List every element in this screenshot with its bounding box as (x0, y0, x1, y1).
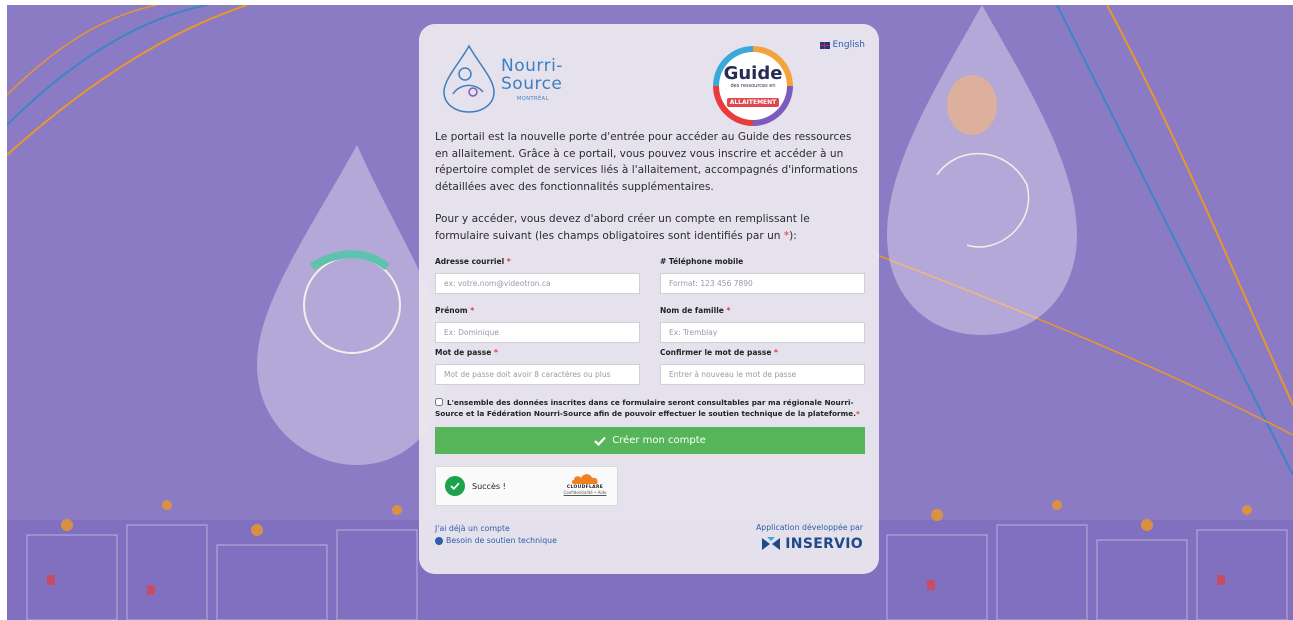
consent-checkbox[interactable] (435, 398, 443, 406)
cloudflare-brand: CLOUDFLARE Confidentialité • Aide (559, 472, 611, 495)
signup-card: English Nourri- Source MONTRÉAL Guide de… (419, 24, 879, 574)
checkmark-icon (594, 436, 606, 446)
success-check-icon (445, 476, 465, 496)
cloudflare-links[interactable]: Confidentialité • Aide (559, 490, 611, 495)
phone-label: # Téléphone mobile (660, 257, 744, 266)
firstname-label: Prénom * (435, 306, 475, 315)
login-link[interactable]: J'ai déjà un compte (435, 523, 557, 535)
phone-field-group: # Téléphone mobile (660, 257, 865, 294)
cloudflare-captcha-widget[interactable]: Succès ! CLOUDFLARE Confidentialité • Ai… (435, 466, 618, 506)
email-input[interactable] (435, 273, 640, 294)
password-label: Mot de passe * (435, 348, 498, 357)
inservio-mark-icon (762, 537, 781, 550)
intro-paragraph: Le portail est la nouvelle porte d'entré… (435, 131, 858, 193)
captcha-status: Succès ! (472, 481, 506, 491)
lastname-input[interactable] (660, 322, 865, 343)
developed-by-label: Application développée par (755, 523, 863, 532)
guide-logo-title: Guide (723, 63, 783, 84)
lastname-label: Nom de famille * (660, 306, 731, 315)
password-confirm-field-group: Confirmer le mot de passe * (660, 348, 865, 385)
language-switch-label: English (832, 40, 866, 50)
nourri-source-logo: Nourri- Source MONTRÉAL (439, 44, 579, 134)
logo-city: MONTRÉAL (517, 96, 549, 102)
firstname-field-group: Prénom * (435, 306, 640, 343)
cloudflare-cloud-icon (571, 474, 598, 484)
headset-icon (435, 537, 443, 545)
password-field-group: Mot de passe * (435, 348, 640, 385)
create-account-label: Créer mon compte (612, 435, 706, 446)
create-account-button[interactable]: Créer mon compte (435, 427, 865, 454)
developer-credit: Application développée par INSERVIO (756, 523, 863, 552)
password-confirm-label: Confirmer le mot de passe * (660, 348, 778, 357)
uk-flag-icon (819, 41, 830, 49)
email-field-group: Adresse courriel * (435, 257, 640, 294)
intro-instructions: Pour y accéder, vous devez d'abord créer… (435, 213, 810, 242)
logo-text-line2: Source (501, 74, 563, 94)
email-label: Adresse courriel * (435, 257, 511, 266)
support-link[interactable]: Besoin de soutien technique (435, 535, 557, 547)
password-input[interactable] (435, 364, 640, 385)
password-confirm-input[interactable] (660, 364, 865, 385)
footer-links: J'ai déjà un compte Besoin de soutien te… (435, 523, 557, 547)
language-switch-link[interactable]: English (819, 40, 866, 50)
nourri-source-drop-icon (443, 44, 495, 113)
guide-ressources-logo: Guide des ressources en ALLAITEMENT (713, 46, 793, 126)
logo-text-line1: Nourri- (501, 56, 563, 76)
lastname-field-group: Nom de famille * (660, 306, 865, 343)
phone-input[interactable] (660, 273, 865, 294)
firstname-input[interactable] (435, 322, 640, 343)
guide-logo-tag: ALLAITEMENT (726, 98, 780, 107)
inservio-name: INSERVIO (785, 536, 863, 552)
consent-row: L'ensemble des données inscrites dans ce… (435, 398, 860, 418)
consent-text: L'ensemble des données inscrites dans ce… (435, 398, 856, 418)
inservio-logo[interactable]: INSERVIO (756, 536, 863, 552)
